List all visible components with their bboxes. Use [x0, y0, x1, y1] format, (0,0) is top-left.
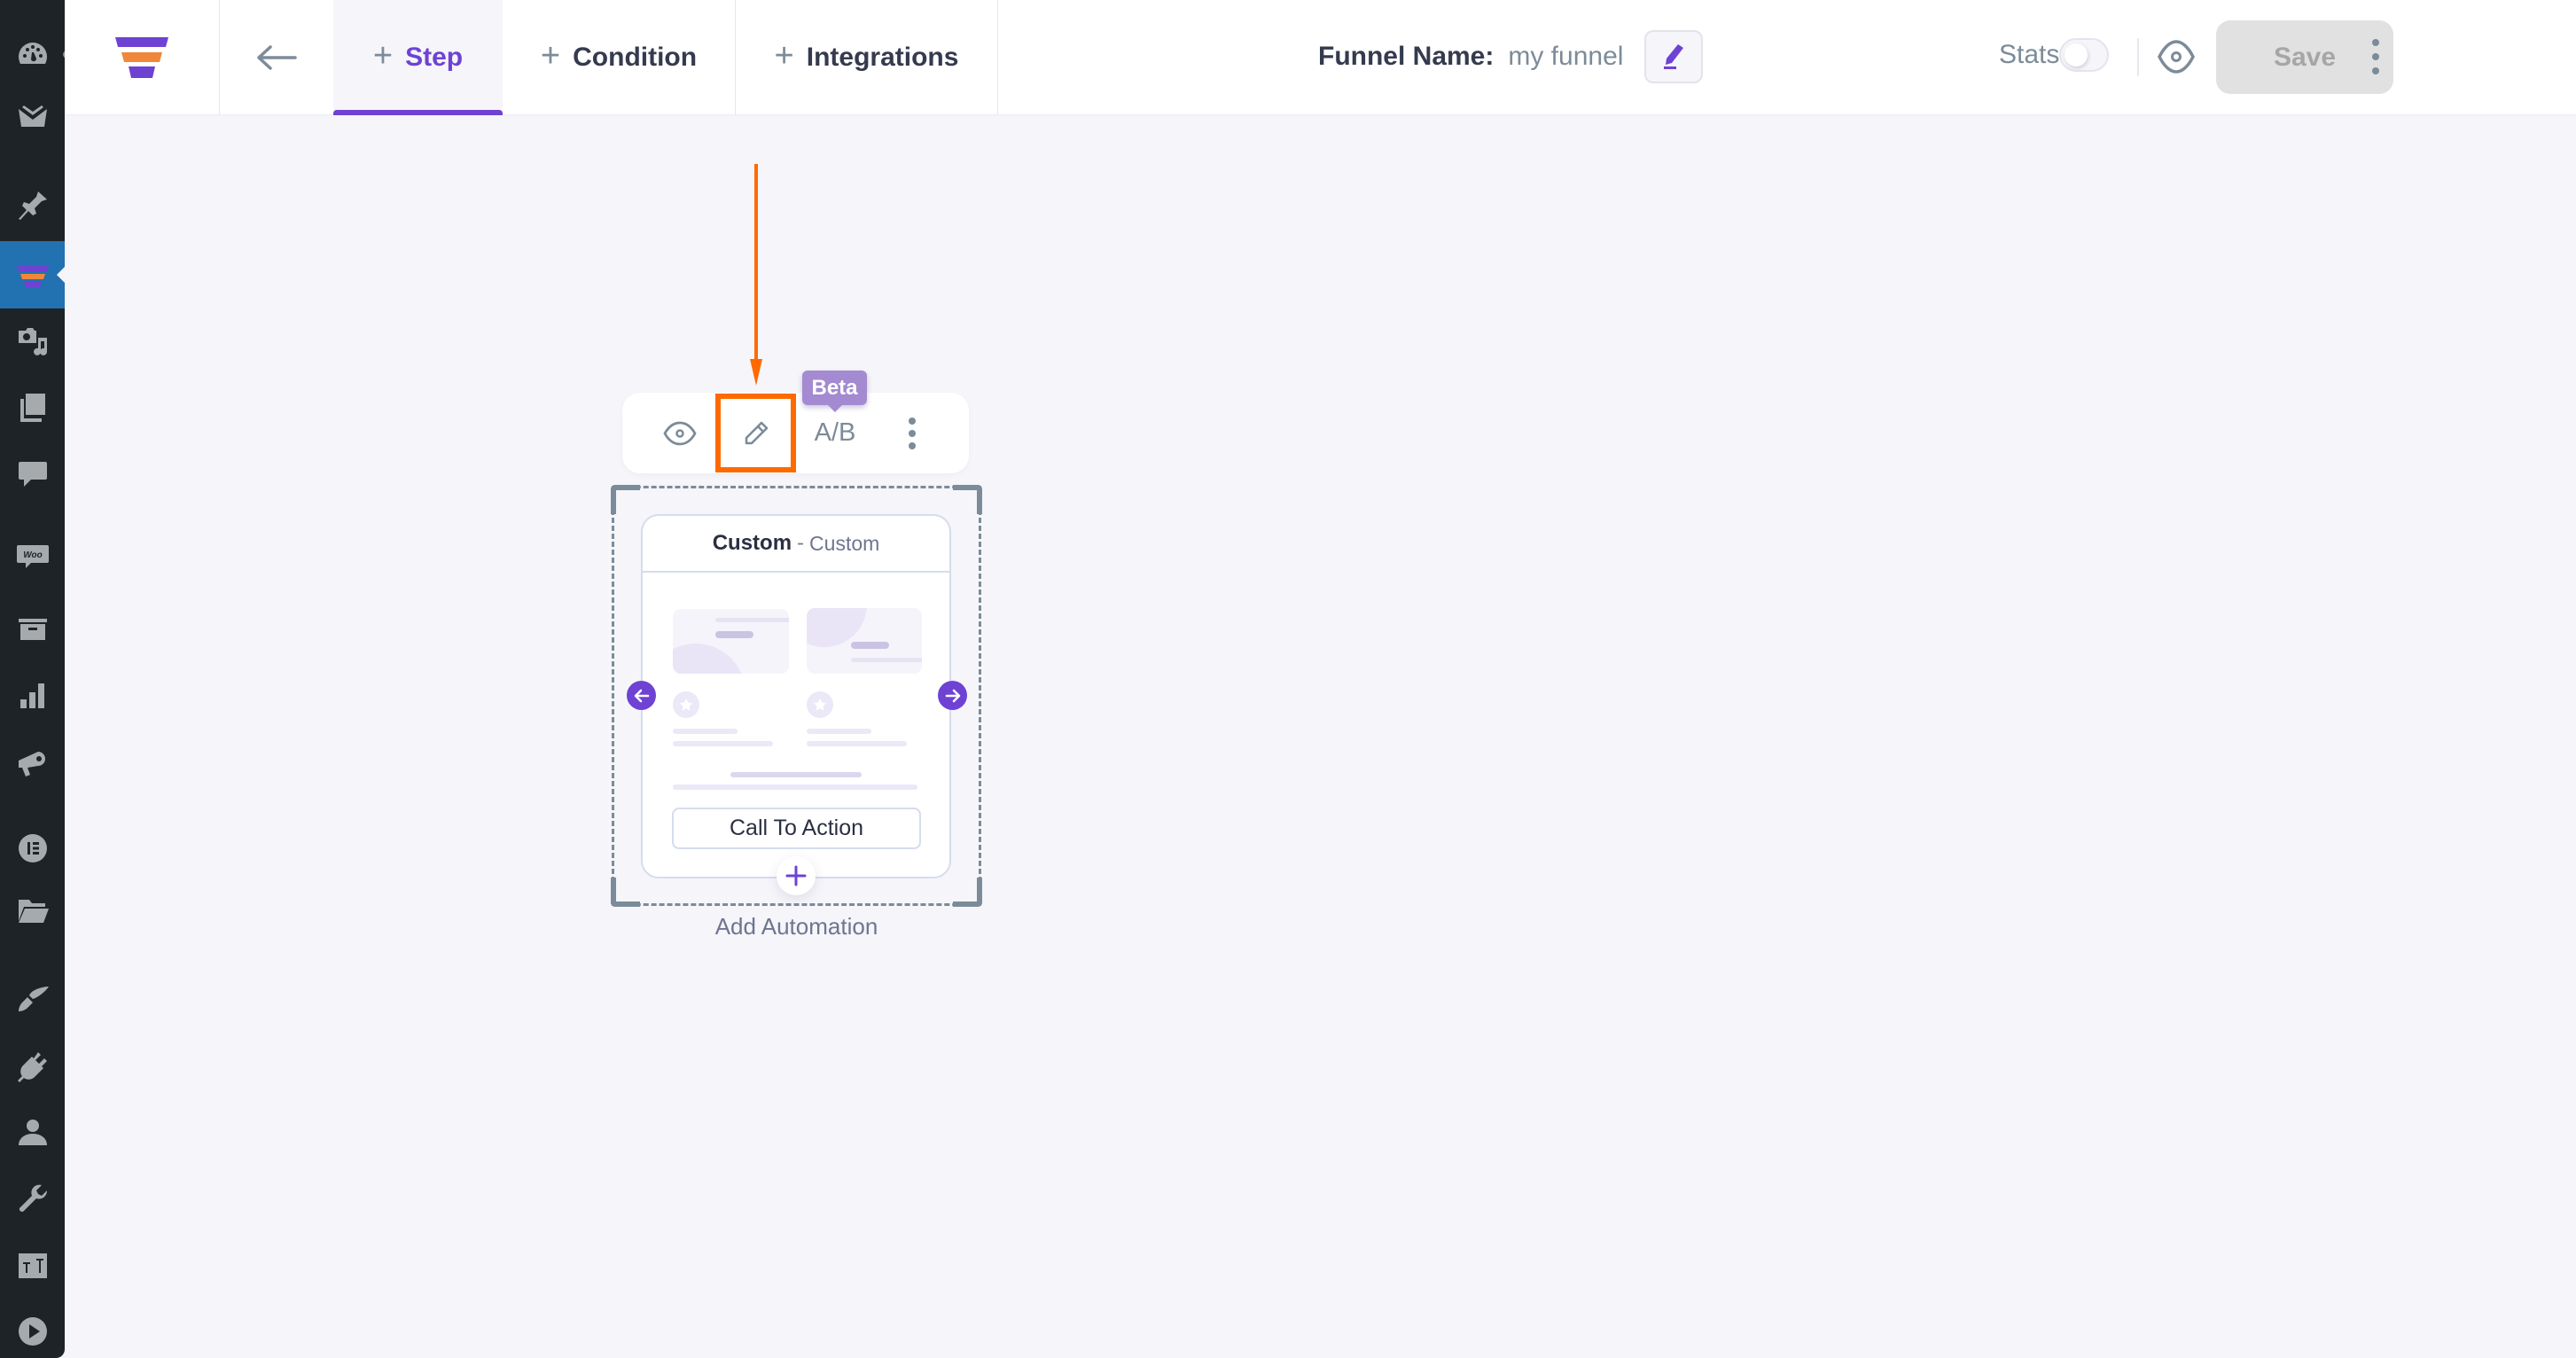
- edit-step-button[interactable]: [715, 394, 796, 472]
- sidebar-item-comments[interactable]: [0, 448, 65, 501]
- sidebar-item-dashboard[interactable]: [0, 27, 65, 80]
- sidebar-item-funnels[interactable]: [0, 241, 65, 308]
- sidebar-item-products[interactable]: [0, 603, 65, 656]
- pencil-icon: [745, 421, 768, 444]
- tab-integrations-label: Integrations: [806, 43, 959, 72]
- stats-label: Stats: [1999, 40, 2060, 69]
- dot: [909, 441, 916, 449]
- frame-corner: [953, 878, 982, 907]
- frame-corner: [611, 878, 640, 907]
- arrow-right-icon: [945, 689, 960, 702]
- plus-icon: +: [774, 37, 794, 74]
- pen-icon: [1664, 44, 1684, 69]
- plugin-icon: [17, 1052, 47, 1082]
- pin-icon: [18, 191, 47, 220]
- dot: [2372, 39, 2379, 46]
- sidebar-item-templates[interactable]: [0, 884, 65, 937]
- move-step-right-button[interactable]: [938, 681, 967, 710]
- sidebar-item-users[interactable]: [0, 1106, 65, 1159]
- megaphone-icon: [18, 752, 45, 777]
- frame-corner: [611, 485, 640, 514]
- frame-corner: [953, 485, 982, 514]
- sidebar-item-elementor[interactable]: [0, 822, 65, 875]
- back-button[interactable]: [220, 0, 333, 115]
- plus-icon: +: [540, 37, 561, 74]
- folder-icon: [18, 900, 49, 923]
- brush-icon: [18, 987, 49, 1011]
- stats-toggle[interactable]: [2059, 38, 2109, 72]
- beta-badge: Beta: [802, 371, 867, 412]
- arrow-left-icon: [634, 689, 649, 702]
- tab-integrations[interactable]: + Integrations: [736, 0, 998, 115]
- more-options-button[interactable]: [2367, 39, 2385, 74]
- arrow-left-icon: [257, 45, 297, 70]
- analytics-icon: [20, 683, 44, 708]
- step-title: Custom: [712, 531, 792, 555]
- sidebar-item-media[interactable]: [0, 315, 65, 368]
- comments-icon: [18, 462, 47, 487]
- sidebar-item-pages[interactable]: [0, 381, 65, 434]
- play-icon: [18, 1317, 47, 1346]
- call-to-action-button[interactable]: Call To Action: [672, 808, 921, 849]
- media-icon: [18, 328, 47, 355]
- plus-icon: +: [372, 37, 394, 74]
- preview-step-button[interactable]: [658, 393, 702, 473]
- move-step-left-button[interactable]: [627, 681, 656, 710]
- svg-text:Woo: Woo: [23, 550, 42, 560]
- funnel-name-value: my funnel: [1508, 42, 1624, 71]
- step-title-separator: -: [797, 531, 805, 555]
- preview-funnel-button[interactable]: [2157, 39, 2196, 74]
- dashboard-icon: [18, 43, 47, 64]
- app-logo: [65, 0, 220, 115]
- eye-icon: [2158, 40, 2195, 74]
- sidebar-item-analytics[interactable]: [0, 669, 65, 722]
- user-icon: [18, 1120, 47, 1145]
- dot: [909, 429, 916, 437]
- eye-icon: [663, 421, 697, 445]
- settings-sliders-icon: [18, 1253, 47, 1278]
- sidebar-item-tools[interactable]: [0, 1173, 65, 1226]
- funnel-name-label: Funnel Name:: [1318, 42, 1495, 71]
- tab-step-label: Step: [405, 43, 464, 72]
- funnel-logo-icon: [115, 37, 168, 78]
- header-divider: [2137, 38, 2139, 76]
- archive-icon: [18, 619, 47, 640]
- edit-funnel-name-button[interactable]: [1644, 30, 1704, 83]
- plus-icon: [785, 865, 807, 886]
- sidebar-item-plugins[interactable]: [0, 1040, 65, 1093]
- tab-step[interactable]: + Step: [333, 0, 503, 115]
- sidebar-item-appearance[interactable]: [0, 972, 65, 1026]
- sidebar-item-posts[interactable]: [0, 182, 65, 235]
- preview-panel-left: [673, 609, 789, 674]
- wrench-icon: [19, 1184, 47, 1212]
- woo-icon: Woo: [16, 545, 49, 568]
- step-card[interactable]: Custom - Custom Call To Action: [641, 514, 951, 878]
- step-more-options-button[interactable]: [899, 393, 925, 473]
- sidebar-item-media-player[interactable]: [0, 1305, 65, 1358]
- toggle-knob: [2065, 43, 2088, 66]
- sidebar-item-mail[interactable]: [0, 91, 65, 144]
- preview-panel-right: [807, 608, 922, 674]
- dot: [2372, 53, 2379, 60]
- sidebar-item-settings[interactable]: [0, 1239, 65, 1292]
- add-step-button[interactable]: [777, 856, 816, 895]
- tab-condition[interactable]: + Condition: [503, 0, 736, 115]
- funnel-name-group: Funnel Name: my funnel: [1318, 30, 1704, 83]
- step-type: Custom: [809, 531, 880, 555]
- tab-condition-label: Condition: [573, 43, 698, 72]
- step-card-header: Custom - Custom: [643, 516, 949, 573]
- step-toolbar: A/B: [622, 393, 969, 473]
- sidebar-item-woocommerce[interactable]: Woo: [0, 529, 65, 582]
- mail-icon: [18, 105, 47, 127]
- wp-admin-sidebar: Woo: [0, 0, 65, 1358]
- elementor-icon: [18, 834, 47, 862]
- sidebar-item-marketing[interactable]: [0, 736, 65, 789]
- funnel-builder-header: + Step + Condition + Integrations Funnel…: [65, 0, 2576, 115]
- dot: [2372, 67, 2379, 74]
- add-automation-link[interactable]: Add Automation: [612, 913, 981, 940]
- funnel-icon: [16, 266, 49, 287]
- annotation-arrow-icon: [750, 164, 762, 386]
- pages-icon: [20, 394, 45, 422]
- dot: [909, 417, 916, 425]
